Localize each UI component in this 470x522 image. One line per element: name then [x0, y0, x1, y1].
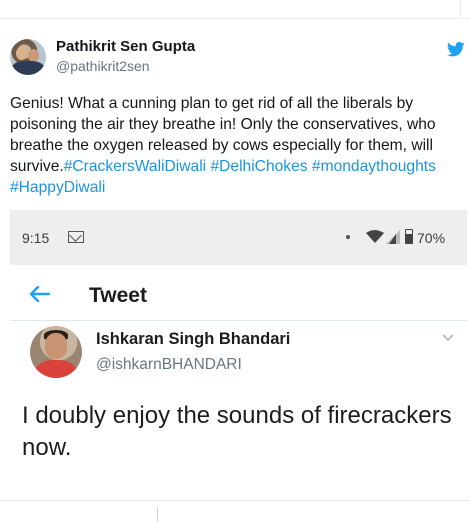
- arrow-left-icon[interactable]: [30, 286, 50, 302]
- screen-title: Tweet: [89, 284, 147, 307]
- author-avatar[interactable]: [10, 39, 46, 75]
- hashtag-link[interactable]: #DelhiChokes: [210, 158, 307, 175]
- hashtag-link[interactable]: #mondaythoughts: [312, 158, 436, 175]
- inner-author-handle[interactable]: @ishkarnBHANDARI: [96, 356, 242, 374]
- inner-author-avatar[interactable]: [30, 326, 82, 378]
- dot-icon: [346, 235, 350, 239]
- header-divider: [10, 320, 467, 321]
- author-name[interactable]: Pathikrit Sen Gupta: [56, 38, 195, 55]
- frame-edge: [460, 0, 461, 18]
- twitter-bird-icon[interactable]: [447, 42, 465, 57]
- hashtag-link[interactable]: #CrackersWaliDiwali: [64, 158, 206, 175]
- battery-icon: [405, 229, 413, 244]
- gmail-icon: [68, 231, 84, 243]
- hashtag-link[interactable]: #HappyDiwali: [10, 179, 105, 196]
- tweet-text: Genius! What a cunning plan to get rid o…: [10, 93, 458, 198]
- top-divider: [0, 18, 470, 19]
- attached-screenshot[interactable]: 9:15 70% Tweet Ishkaran Singh Bhandari @…: [10, 210, 467, 510]
- inner-tweet-text: I doubly enjoy the sounds of firecracker…: [22, 402, 452, 461]
- author-handle[interactable]: @pathikrit2sen: [56, 58, 150, 74]
- inner-author-name[interactable]: Ishkaran Singh Bhandari: [96, 330, 290, 349]
- status-time: 9:15: [22, 230, 50, 246]
- signal-icon: [386, 230, 400, 244]
- chevron-down-icon[interactable]: [442, 334, 454, 342]
- phone-status-bar: 9:15 70%: [10, 210, 467, 265]
- action-separator: [157, 507, 158, 522]
- battery-percent: 70%: [417, 230, 446, 246]
- bottom-divider: [0, 500, 470, 501]
- wifi-icon: [366, 230, 384, 243]
